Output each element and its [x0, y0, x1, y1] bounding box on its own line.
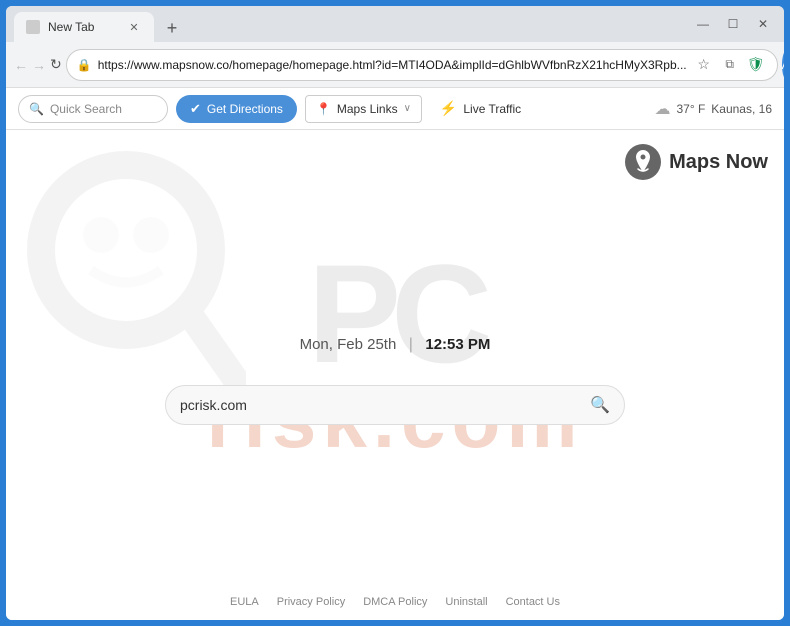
footer-privacy[interactable]: Privacy Policy: [277, 596, 345, 608]
tab-area: New Tab ✕ +: [14, 6, 686, 42]
date-text: Mon, Feb 25th: [300, 336, 397, 353]
window-controls: — ☐ ✕: [690, 11, 776, 37]
account-button[interactable]: A: [782, 51, 784, 79]
shield-icon[interactable]: 🛡: [745, 54, 767, 76]
magnifier-watermark: [26, 150, 246, 415]
footer-contact[interactable]: Contact Us: [506, 596, 560, 608]
brand-logo: Maps Now: [625, 144, 768, 180]
get-directions-button[interactable]: ✔ Get Directions: [176, 95, 297, 123]
forward-button[interactable]: →: [32, 51, 46, 79]
browser-window: New Tab ✕ + — ☐ ✕ ← → ↻ 🔒 https://www.ma…: [6, 6, 784, 620]
weather-temp: 37° F: [676, 102, 705, 116]
main-search-input[interactable]: [180, 397, 590, 413]
page-footer: EULA Privacy Policy DMCA Policy Uninstal…: [6, 596, 784, 608]
address-bar: ← → ↻ 🔒 https://www.mapsnow.co/homepage/…: [6, 42, 784, 88]
maps-links-label: Maps Links: [337, 102, 398, 116]
page-content: PC risk.com Maps Now Mon, Feb 25th |: [6, 130, 784, 620]
main-search-box[interactable]: 🔍: [165, 385, 625, 425]
weather-city: Kaunas, 16: [711, 102, 772, 116]
get-directions-label: Get Directions: [207, 102, 283, 116]
tab-favicon: [26, 20, 40, 34]
date-separator: |: [409, 336, 413, 353]
browser-outer: New Tab ✕ + — ☐ ✕ ← → ↻ 🔒 https://www.ma…: [0, 0, 790, 626]
toolbar: 🔍 Quick Search ✔ Get Directions 📍 Maps L…: [6, 88, 784, 130]
lock-icon: 🔒: [77, 58, 92, 72]
url-bar[interactable]: 🔒 https://www.mapsnow.co/homepage/homepa…: [66, 49, 778, 81]
quick-search-box[interactable]: 🔍 Quick Search: [18, 95, 168, 123]
chevron-down-icon: ∨: [404, 103, 411, 114]
maximize-button[interactable]: ☐: [720, 11, 746, 37]
back-button[interactable]: ←: [14, 51, 28, 79]
footer-uninstall[interactable]: Uninstall: [445, 596, 487, 608]
traffic-icon: ⚡: [440, 100, 457, 117]
extension-icon[interactable]: ⧉: [719, 54, 741, 76]
time-text: 12:53 PM: [425, 336, 490, 353]
tab-label: New Tab: [48, 20, 94, 34]
maps-links-button[interactable]: 📍 Maps Links ∨: [305, 95, 422, 123]
footer-dmca[interactable]: DMCA Policy: [363, 596, 427, 608]
cloud-icon: ☁: [654, 99, 670, 119]
live-traffic-button[interactable]: ⚡ Live Traffic: [430, 95, 531, 123]
brand-icon: [625, 144, 661, 180]
bookmark-icon[interactable]: ☆: [693, 54, 715, 76]
brand-name: Maps Now: [669, 151, 768, 174]
title-bar: New Tab ✕ + — ☐ ✕: [6, 6, 784, 42]
refresh-button[interactable]: ↻: [50, 51, 62, 79]
map-icon: 📍: [316, 102, 331, 116]
browser-tab[interactable]: New Tab ✕: [14, 12, 154, 42]
minimize-button[interactable]: —: [690, 11, 716, 37]
close-button[interactable]: ✕: [750, 11, 776, 37]
footer-eula[interactable]: EULA: [230, 596, 259, 608]
quick-search-placeholder: Quick Search: [50, 102, 122, 116]
search-icon: 🔍: [29, 102, 44, 116]
check-icon: ✔: [190, 101, 201, 117]
new-tab-button[interactable]: +: [158, 14, 186, 42]
search-icon: 🔍: [590, 395, 610, 415]
account-icon: A: [782, 58, 784, 72]
watermark-pc: PC: [308, 244, 482, 384]
tab-close-button[interactable]: ✕: [126, 19, 142, 35]
live-traffic-label: Live Traffic: [463, 102, 521, 116]
url-actions: ☆ ⧉ 🛡: [693, 54, 767, 76]
url-text: https://www.mapsnow.co/homepage/homepage…: [98, 58, 687, 72]
weather-widget: ☁ 37° F Kaunas, 16: [654, 99, 772, 119]
datetime-display: Mon, Feb 25th | 12:53 PM: [300, 336, 491, 354]
